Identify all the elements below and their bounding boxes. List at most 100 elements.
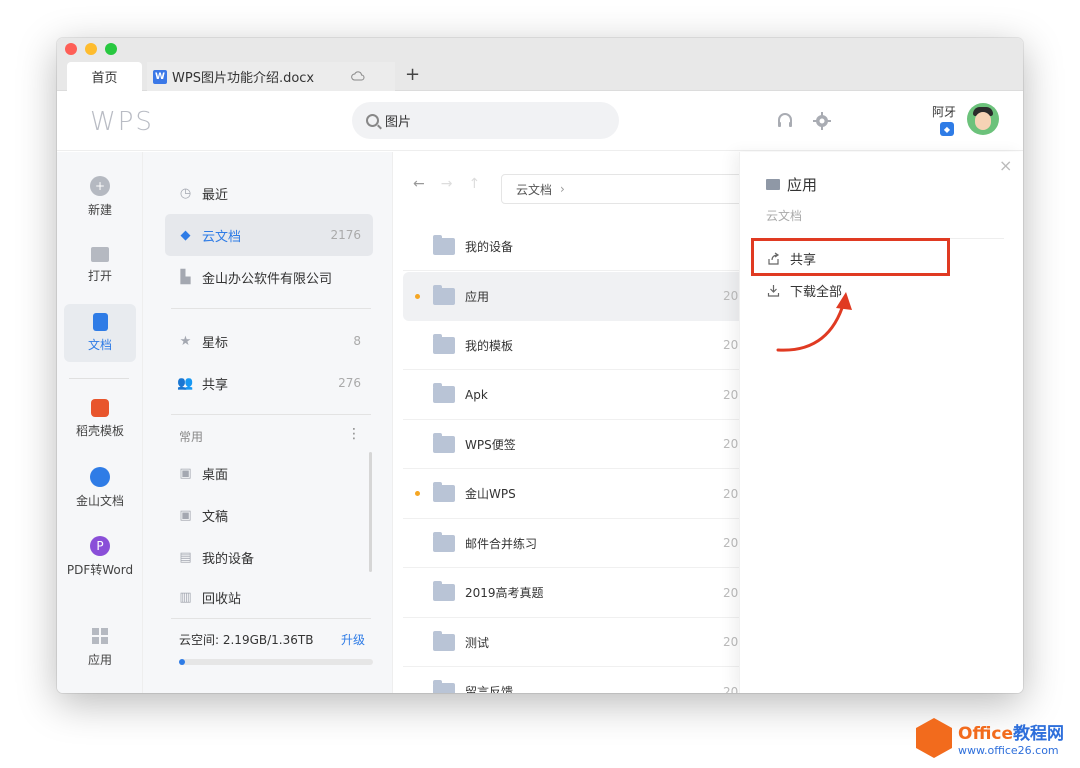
headset-icon[interactable] (775, 111, 795, 136)
nav-arrows: ← → ↑ (413, 176, 480, 192)
sidebar-item-label: 桌面 (202, 467, 229, 483)
nav-open-label: 打开 (87, 268, 112, 283)
sidebar-item-starred[interactable]: ★ 星标 8 (165, 320, 373, 362)
nav-new[interactable]: + 新建 (64, 168, 136, 226)
search-icon (366, 114, 379, 127)
sidebar-item-documents[interactable]: ▣ 文稿 (165, 494, 373, 536)
table-row[interactable]: 邮件合并练习 20 (403, 519, 753, 568)
close-window-button[interactable] (65, 43, 77, 55)
folder-icon (433, 333, 455, 354)
storage-text: 云空间: 2.19GB/1.36TB (179, 633, 314, 647)
apps-grid-icon (90, 626, 110, 646)
more-vertical-icon[interactable]: ⋮ (347, 426, 361, 442)
table-row[interactable]: 留言反馈 20 (403, 668, 753, 694)
section-title-common: 常用 (179, 430, 204, 444)
sidebar-item-label: 星标 (202, 335, 229, 351)
nav-pdf-to-word[interactable]: P PDF转Word (64, 528, 136, 586)
site-watermark: Office教程网 www.office26.com (916, 718, 1064, 758)
unread-dot-icon (415, 491, 420, 496)
file-name: WPS便签 (465, 437, 516, 452)
zoom-window-button[interactable] (105, 43, 117, 55)
nav-docer-templates[interactable]: 稻壳模板 (64, 390, 136, 448)
nav-apps[interactable]: 应用 (64, 618, 136, 676)
watermark-url: www.office26.com (958, 744, 1059, 757)
sidebar-item-label: 共享 (202, 377, 229, 393)
divider (171, 618, 371, 619)
watermark-title-2: 教程网 (1013, 724, 1065, 744)
sidebar-item-label: 云文档 (202, 229, 242, 245)
sidebar-item-shared[interactable]: 👥 共享 276 (165, 362, 373, 404)
user-name[interactable]: 阿牙 (932, 103, 956, 120)
company-icon: ▙ (180, 269, 191, 285)
trash-icon: ▥ (179, 589, 192, 605)
file-name: 金山WPS (465, 487, 516, 501)
nav-docer-label: 稻壳模板 (75, 424, 124, 438)
nav-documents[interactable]: 文档 (64, 304, 136, 362)
up-arrow-icon[interactable]: ↑ (468, 176, 480, 192)
tab-home[interactable]: 首页 (67, 62, 142, 91)
clock-icon: ◷ (179, 185, 192, 201)
table-row[interactable]: Apk 20 (403, 371, 753, 420)
sidebar-item-recent[interactable]: ◷ 最近 (165, 172, 373, 214)
folder-open-icon (91, 246, 109, 262)
side-panel: ◷ 最近 ◆ 云文档 2176 ▙ 金山办公软件有限公司 ★ 星标 8 👥 共享… (143, 152, 393, 693)
avatar[interactable] (967, 103, 999, 135)
sidebar-item-count: 8 (353, 334, 361, 348)
scrollbar[interactable] (369, 452, 372, 572)
table-row[interactable]: 金山WPS 20 (403, 470, 753, 519)
nav-kingsoft-docs[interactable]: 金山文档 (64, 459, 136, 517)
file-name: 测试 (465, 635, 490, 650)
chevron-right-icon: › (560, 182, 565, 196)
search-input[interactable]: 图片 (352, 102, 619, 139)
folder-icon (433, 630, 455, 651)
storage-progress-fill (179, 659, 185, 665)
new-tab-button[interactable]: + (405, 64, 420, 85)
cloud-icon[interactable] (351, 70, 365, 84)
share-highlight-box (751, 238, 950, 276)
breadcrumb[interactable]: 云文档 › (501, 174, 761, 204)
folder-icon (433, 680, 455, 693)
sidebar-item-label: 我的设备 (202, 551, 255, 567)
kingsoft-docs-icon (90, 467, 110, 487)
tab-document-label: WPS图片功能介绍.docx (172, 71, 315, 86)
detail-title: 应用 (766, 174, 817, 195)
document-icon (92, 313, 108, 331)
sidebar-item-label: 文稿 (202, 509, 229, 525)
gear-icon[interactable] (812, 111, 832, 136)
divider (171, 414, 371, 415)
file-date: 20 (723, 684, 739, 694)
back-arrow-icon[interactable]: ← (413, 176, 425, 192)
header: WPS 图片 阿牙 ◆ (57, 91, 1023, 151)
star-icon: ★ (179, 333, 192, 349)
upgrade-link[interactable]: 升级 (341, 631, 365, 648)
plus-circle-icon: + (90, 176, 110, 196)
documents-shortcut-icon: ▣ (179, 507, 192, 523)
tab-document[interactable]: W WPS图片功能介绍.docx (147, 62, 395, 91)
close-icon[interactable]: × (999, 156, 1012, 175)
table-row[interactable]: 应用 20 (403, 271, 753, 321)
sidebar-item-cloud-docs[interactable]: ◆ 云文档 2176 (165, 214, 373, 256)
forward-arrow-icon[interactable]: → (441, 176, 453, 192)
pdf-convert-icon: P (90, 536, 110, 556)
unread-dot-icon (415, 293, 420, 299)
table-row[interactable]: 测试 20 (403, 618, 753, 667)
nav-open[interactable]: 打开 (64, 236, 136, 294)
nav-pdf-label: PDF转Word (66, 563, 134, 577)
file-name: 邮件合并练习 (465, 536, 538, 551)
sidebar-item-my-devices[interactable]: ▤ 我的设备 (165, 536, 373, 578)
sidebar-item-company[interactable]: ▙ 金山办公软件有限公司 (165, 256, 373, 298)
table-row[interactable]: WPS便签 20 (403, 420, 753, 469)
table-row[interactable]: 2019高考真题 20 (403, 569, 753, 618)
minimize-window-button[interactable] (85, 43, 97, 55)
table-row[interactable]: 我的设备 (403, 222, 753, 271)
sidebar-item-trash[interactable]: ▥ 回收站 (165, 576, 373, 618)
detail-location: 云文档 (766, 209, 803, 223)
file-date: 20 (723, 536, 739, 550)
table-row[interactable]: 我的模板 20 (403, 321, 753, 370)
sidebar-item-count: 276 (338, 376, 361, 390)
file-date: 20 (723, 289, 739, 303)
sidebar-item-desktop[interactable]: ▣ 桌面 (165, 452, 373, 494)
file-name: 我的模板 (465, 338, 514, 353)
window-controls (65, 43, 117, 55)
nav-documents-label: 文档 (87, 338, 112, 352)
